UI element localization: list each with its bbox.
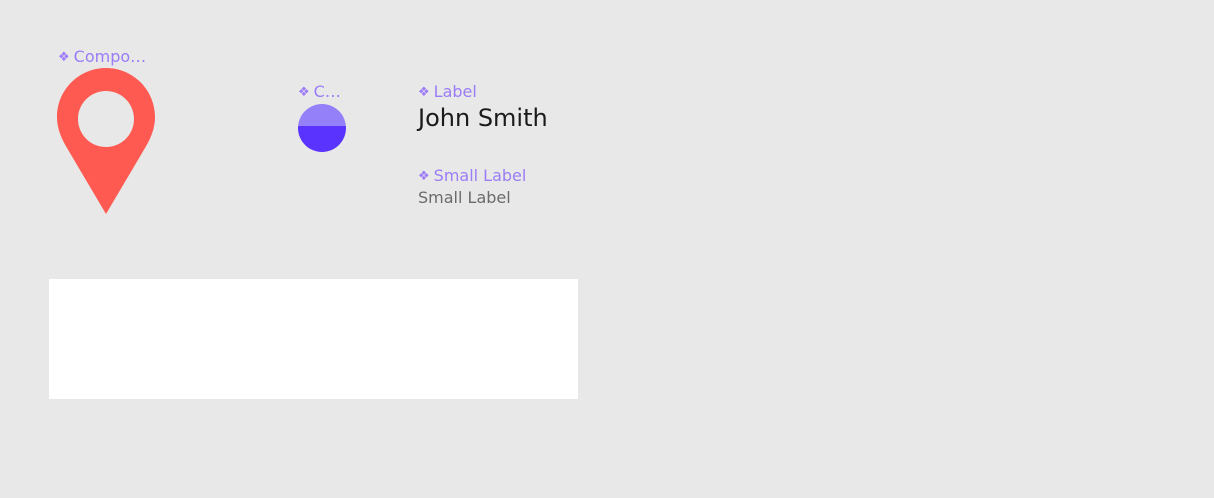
- label-component-name: Label: [433, 82, 477, 101]
- dot-component-label[interactable]: ❖ C…: [298, 83, 341, 103]
- small-label-text[interactable]: Small Label: [418, 188, 511, 208]
- small-label-component-label[interactable]: ❖ Small Label: [418, 167, 526, 187]
- component-icon: ❖: [418, 169, 430, 184]
- component-icon: ❖: [58, 50, 70, 65]
- name-label[interactable]: John Smith: [418, 103, 548, 133]
- small-label-component-name: Small Label: [433, 166, 527, 185]
- dot-component-name: C…: [313, 82, 341, 101]
- component-icon: ❖: [298, 85, 310, 100]
- label-component-label[interactable]: ❖ Label: [418, 83, 477, 103]
- pin-component-label[interactable]: ❖ Compo…: [58, 48, 146, 68]
- component-icon: ❖: [418, 85, 430, 100]
- half-circle-icon[interactable]: [298, 104, 346, 152]
- half-circle-bottom: [298, 126, 346, 152]
- white-frame[interactable]: [49, 279, 578, 399]
- half-circle-top: [298, 104, 346, 126]
- map-pin-icon[interactable]: [57, 68, 155, 214]
- pin-component-name: Compo…: [73, 47, 147, 66]
